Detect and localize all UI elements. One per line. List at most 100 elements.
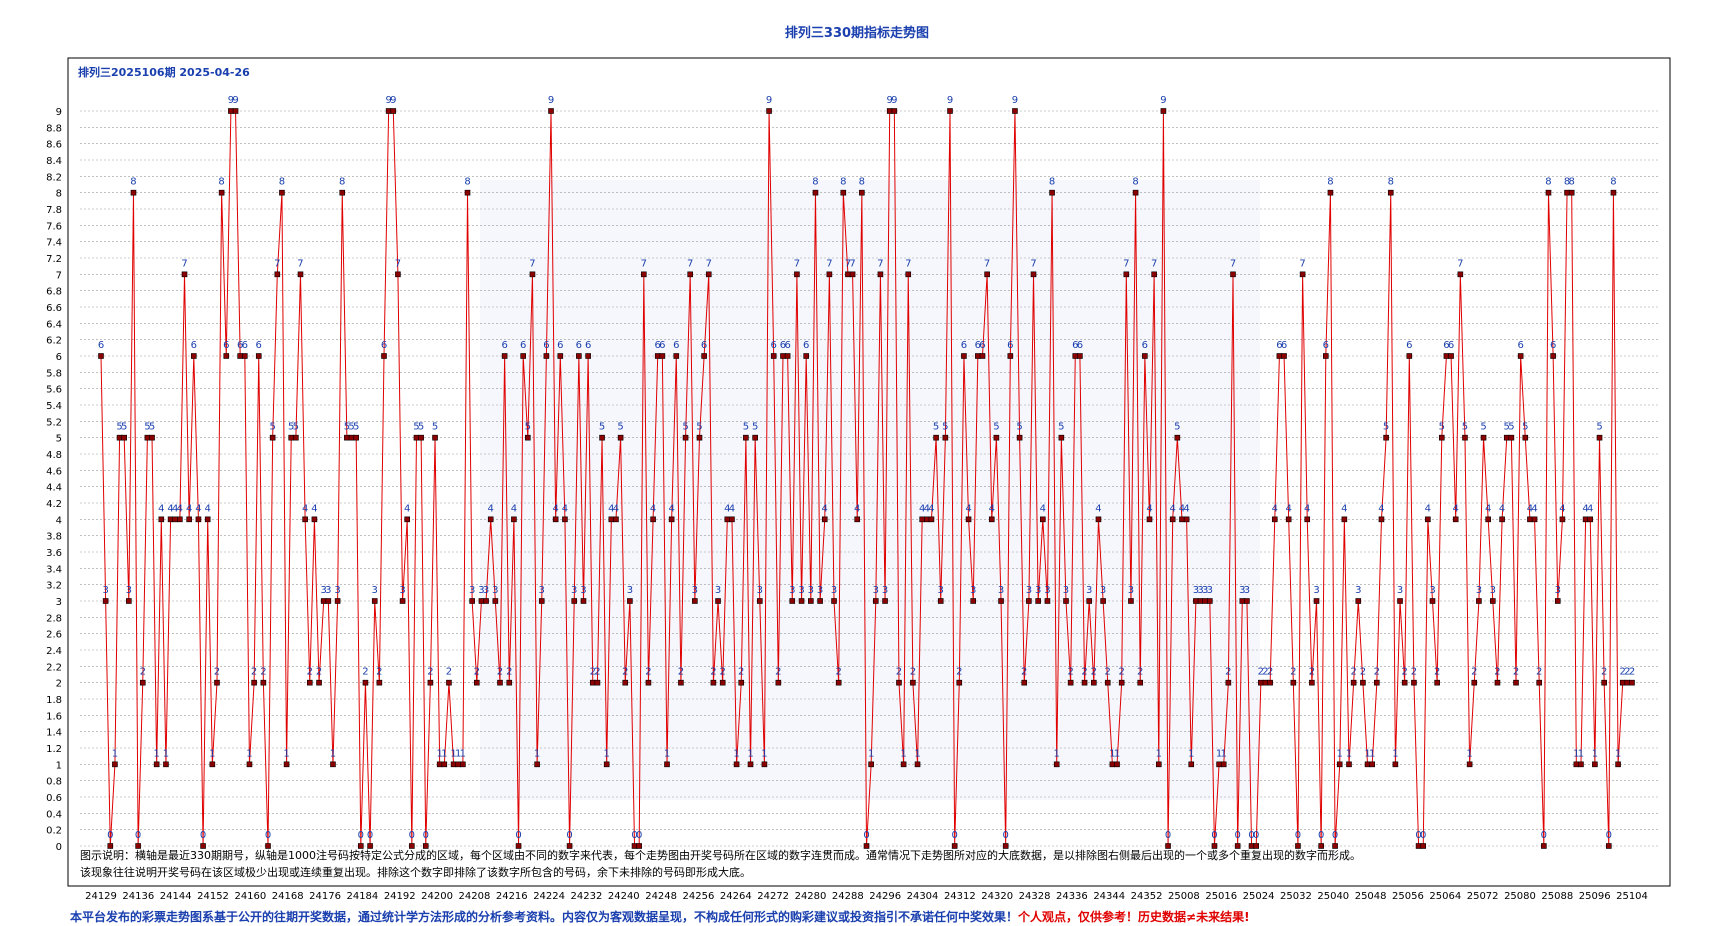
data-label: 6: [784, 340, 790, 351]
data-point: [678, 679, 684, 686]
data-point: [483, 598, 489, 604]
data-point: [576, 353, 582, 359]
data-point: [167, 516, 174, 523]
data-point: [988, 516, 995, 523]
data-label: 3: [938, 585, 944, 596]
data-point: [701, 353, 707, 359]
data-point: [1313, 598, 1320, 604]
data-point: [641, 271, 647, 278]
data-point: [214, 679, 220, 686]
data-label: 8: [1569, 177, 1575, 188]
data-point: [1077, 353, 1083, 359]
data-point: [868, 761, 874, 768]
data-label: 5: [121, 422, 127, 433]
data-label: 0: [409, 830, 415, 841]
x-tick-label: 24144: [160, 891, 192, 902]
data-point: [200, 843, 206, 849]
data-point: [775, 679, 782, 686]
data-label: 3: [882, 585, 888, 596]
data-point: [687, 271, 694, 278]
data-label: 3: [325, 585, 331, 596]
data-label: 1: [747, 748, 753, 759]
data-label: 6: [1077, 340, 1083, 351]
data-point: [325, 598, 332, 604]
y-tick-label: 8.4: [46, 156, 62, 167]
data-point: [956, 679, 963, 686]
data-point: [1490, 598, 1496, 604]
data-point: [1295, 843, 1301, 849]
data-label: 2: [214, 667, 220, 678]
data-point: [1137, 679, 1144, 686]
data-label: 9: [1012, 95, 1018, 106]
data-point: [896, 679, 902, 686]
x-tick-label: 24272: [757, 891, 789, 902]
data-label: 7: [984, 258, 990, 269]
data-label: 1: [1346, 748, 1352, 759]
data-label: 1: [1337, 748, 1343, 759]
data-label: 6: [1142, 340, 1148, 351]
data-point: [501, 353, 508, 359]
data-point: [1411, 679, 1417, 686]
data-label: 6: [576, 340, 582, 351]
data-point: [520, 353, 526, 359]
data-label: 6: [191, 340, 197, 351]
data-point: [891, 108, 898, 114]
data-label: 6: [1550, 340, 1556, 351]
data-label: 9: [232, 95, 238, 106]
data-point: [682, 434, 689, 441]
data-point: [390, 108, 397, 114]
x-tick-label: 24129: [85, 891, 117, 902]
data-label: 2: [1360, 667, 1366, 678]
data-point: [557, 353, 564, 359]
data-point: [358, 843, 364, 849]
data-point: [622, 679, 629, 686]
data-point: [1582, 516, 1589, 523]
data-point: [599, 434, 605, 441]
data-label: 6: [659, 340, 665, 351]
data-point: [195, 516, 202, 523]
data-label: 7: [395, 258, 401, 269]
data-point: [464, 189, 471, 196]
data-point: [1629, 679, 1635, 686]
data-label: 6: [520, 340, 526, 351]
x-tick-label: 24248: [645, 891, 677, 902]
data-label: 5: [743, 422, 749, 433]
data-point: [794, 271, 800, 278]
data-label: 6: [673, 340, 679, 351]
data-point: [135, 843, 141, 849]
data-point: [743, 434, 749, 441]
data-point: [724, 516, 731, 523]
data-label: 3: [1035, 585, 1041, 596]
data-point: [840, 189, 847, 196]
data-label: 3: [1397, 585, 1403, 596]
data-label: 7: [297, 258, 303, 269]
data-label: 3: [715, 585, 721, 596]
data-point: [367, 843, 373, 849]
data-label: 4: [613, 503, 619, 514]
y-tick-label: 8.2: [46, 172, 62, 183]
data-label: 7: [849, 258, 855, 269]
data-point: [1476, 598, 1482, 604]
data-label: 1: [914, 748, 920, 759]
data-point: [947, 108, 953, 114]
data-point: [780, 353, 786, 359]
y-tick-label: 5: [56, 434, 62, 445]
data-label: 0: [951, 830, 957, 841]
data-label: 2: [1471, 667, 1477, 678]
y-tick-label: 0: [56, 842, 62, 853]
data-label: 3: [831, 585, 837, 596]
data-point: [1146, 516, 1153, 523]
data-label: 3: [789, 585, 795, 596]
data-point: [1438, 434, 1445, 441]
data-point: [1049, 189, 1055, 196]
data-label: 2: [446, 667, 452, 678]
data-point: [242, 353, 248, 359]
data-label: 5: [599, 422, 605, 433]
data-point: [650, 516, 656, 523]
data-point: [1091, 679, 1097, 686]
data-point: [1216, 761, 1222, 768]
data-point: [1151, 271, 1157, 278]
data-point: [1332, 843, 1338, 849]
data-label: 2: [835, 667, 841, 678]
data-point: [1067, 679, 1074, 686]
